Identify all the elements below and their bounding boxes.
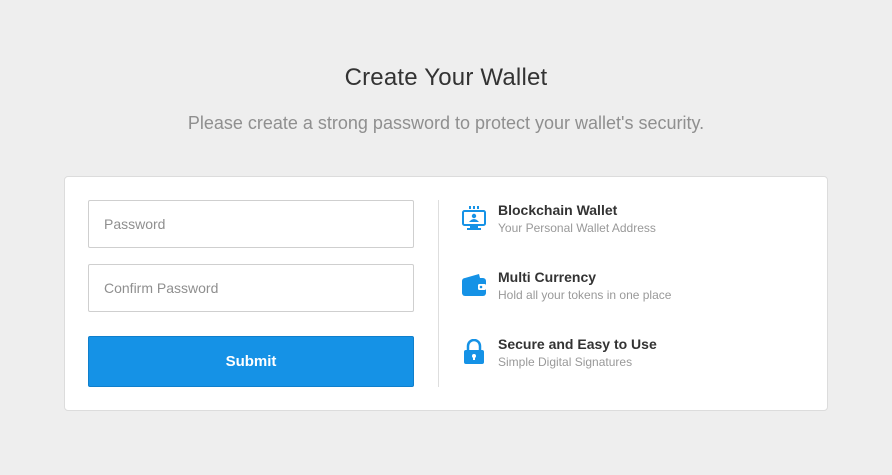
feature-title: Blockchain Wallet: [498, 202, 618, 218]
page-subtitle: Please create a strong password to prote…: [187, 113, 705, 133]
feature-secure: Secure and Easy to Use Simple Digital Si…: [461, 335, 801, 375]
monitor-network-icon: [461, 205, 487, 231]
divider: [438, 200, 439, 387]
wallet-card: Submit Blockchain Wallet Your Personal W…: [64, 176, 828, 411]
submit-button[interactable]: Submit: [88, 336, 414, 387]
password-input[interactable]: [88, 200, 414, 248]
feature-blockchain-wallet: Blockchain Wallet Your Personal Wallet A…: [461, 201, 801, 241]
confirm-password-input[interactable]: [88, 264, 414, 312]
feature-multi-currency: Multi Currency Hold all your tokens in o…: [461, 268, 801, 308]
feature-description: Hold all your tokens in one place: [498, 288, 672, 302]
lock-icon: [461, 338, 487, 365]
wallet-icon: [461, 272, 487, 298]
feature-description: Simple Digital Signatures: [498, 355, 633, 369]
page-title: Create Your Wallet: [344, 64, 548, 91]
feature-title: Secure and Easy to Use: [498, 336, 657, 352]
feature-description: Your Personal Wallet Address: [498, 221, 656, 235]
page: Create Your Wallet Please create a stron…: [0, 0, 892, 475]
feature-title: Multi Currency: [498, 269, 597, 285]
